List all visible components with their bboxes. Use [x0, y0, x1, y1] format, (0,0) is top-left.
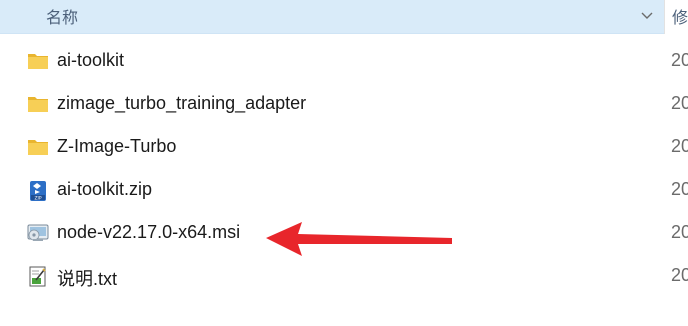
file-date: 20	[671, 93, 688, 113]
file-name: Z-Image-Turbo	[57, 136, 177, 156]
msi-installer-icon	[27, 223, 49, 243]
file-date: 20	[671, 136, 688, 156]
file-row[interactable]: ZIP ai-toolkit.zip 20	[0, 169, 688, 212]
file-row[interactable]: 说明.txt 20	[0, 255, 688, 298]
folder-icon	[27, 137, 49, 157]
file-row[interactable]: zimage_turbo_training_adapter 20	[0, 83, 688, 126]
name-column-label: 名称	[46, 10, 79, 27]
svg-text:ZIP: ZIP	[34, 195, 41, 201]
column-header-bar: 名称 修	[0, 0, 688, 34]
modified-column-header[interactable]: 修	[672, 4, 688, 28]
file-date: 20	[671, 222, 688, 242]
folder-icon	[27, 94, 49, 114]
file-date: 20	[671, 50, 688, 70]
file-row[interactable]: ai-toolkit 20	[0, 40, 688, 83]
zip-archive-icon: ZIP	[27, 180, 49, 201]
file-name: ai-toolkit	[57, 50, 125, 70]
name-column-header[interactable]: 名称	[0, 0, 664, 34]
file-row[interactable]: Z-Image-Turbo 20	[0, 126, 688, 169]
file-name: node-v22.17.0-x64.msi	[57, 222, 241, 242]
folder-icon	[27, 51, 49, 71]
file-name: ai-toolkit.zip	[57, 179, 153, 199]
file-date: 20	[671, 265, 688, 285]
column-divider[interactable]	[664, 0, 665, 34]
file-list: ai-toolkit 20 zimage_turbo_training_adap…	[0, 40, 688, 298]
file-name: 说明.txt	[57, 269, 118, 289]
file-name: zimage_turbo_training_adapter	[57, 93, 307, 113]
chevron-down-icon[interactable]	[636, 7, 658, 25]
file-date: 20	[671, 179, 688, 199]
red-arrow-icon	[266, 222, 452, 256]
text-file-icon	[27, 266, 49, 287]
